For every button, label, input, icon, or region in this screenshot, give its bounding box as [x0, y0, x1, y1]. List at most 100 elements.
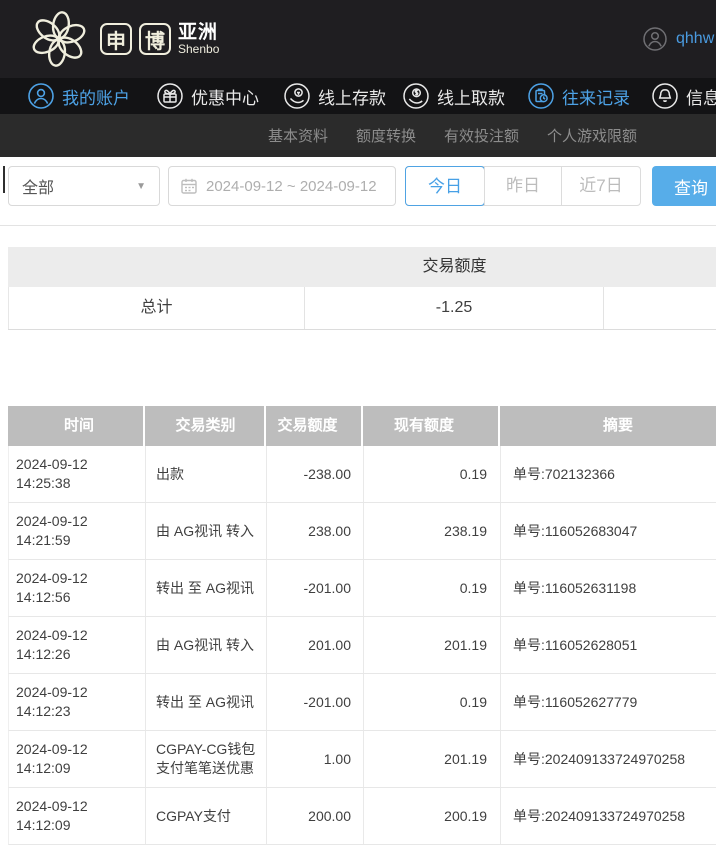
subnav-item-valid-bets[interactable]: 有效投注额	[444, 125, 519, 146]
cell-type: CGPAY支付	[146, 788, 267, 844]
cell-time: 2024-09-12 14:12:56	[9, 560, 146, 616]
transactions-page: { "header": { "logo": { "box1": "申", "bo…	[0, 0, 716, 704]
gift-icon	[157, 83, 183, 109]
left-edge-mark	[3, 166, 5, 193]
cell-amount: 200.00	[267, 788, 364, 844]
today-button[interactable]: 今日	[405, 166, 485, 206]
nav-label: 线上存款	[318, 84, 386, 109]
bell-icon	[652, 83, 678, 109]
deposit-icon	[284, 83, 310, 109]
cell-summary: 单号:202409133724970258	[501, 731, 716, 787]
user-account[interactable]: qhhw	[643, 27, 714, 51]
search-button[interactable]: 查询	[652, 166, 716, 206]
nav-label: 我的账户	[62, 84, 130, 109]
transactions-table-header: 时间 交易类别 交易额度 现有额度 摘要	[8, 406, 716, 446]
username-text: qhhw	[676, 30, 714, 48]
cell-balance: 201.19	[364, 731, 501, 787]
chevron-down-icon: ▼	[136, 181, 146, 192]
cell-time: 2024-09-12 14:12:23	[9, 674, 146, 730]
nav-item-my-account[interactable]: 我的账户	[28, 78, 130, 114]
logo-char-shen: 申	[100, 23, 132, 55]
cell-time: 2024-09-12 14:25:38	[9, 446, 146, 502]
nav-item-withdraw[interactable]: 线上取款	[403, 78, 505, 114]
section-divider	[0, 225, 716, 226]
column-header-time: 时间	[8, 406, 145, 446]
cell-summary: 单号:116052627779	[501, 674, 716, 730]
cell-type: 出款	[146, 446, 267, 502]
cell-balance: 0.19	[364, 560, 501, 616]
summary-total-row: 总计 -1.25	[8, 287, 716, 330]
nav-item-messages[interactable]: 信息	[652, 78, 716, 114]
table-row: 2024-09-12 14:21:59 由 AG视讯 转入 238.00 238…	[8, 503, 716, 560]
cell-amount: 238.00	[267, 503, 364, 559]
subnav-item-basic-info[interactable]: 基本资料	[268, 125, 328, 146]
nav-label: 往来记录	[562, 84, 630, 109]
nav-label: 信息	[686, 84, 716, 109]
cell-type: CGPAY-CG钱包支付笔笔送优惠	[146, 731, 267, 787]
cell-balance: 200.19	[364, 788, 501, 844]
cell-summary: 单号:116052628051	[501, 617, 716, 673]
nav-label: 线上取款	[437, 84, 505, 109]
summary-total-label: 总计	[8, 287, 305, 329]
nav-item-promotions[interactable]: 优惠中心	[157, 78, 259, 114]
cell-type: 转出 至 AG视讯	[146, 560, 267, 616]
avatar-icon	[643, 27, 667, 51]
table-row: 2024-09-12 14:12:56 转出 至 AG视讯 -201.00 0.…	[8, 560, 716, 617]
nav-item-deposit[interactable]: 线上存款	[284, 78, 386, 114]
nav-label: 优惠中心	[191, 84, 259, 109]
logo-region-text: 亚洲	[178, 23, 219, 43]
table-row: 2024-09-12 14:12:23 转出 至 AG视讯 -201.00 0.…	[8, 674, 716, 731]
cell-time: 2024-09-12 14:12:26	[9, 617, 146, 673]
cell-summary: 单号:202409133724970258	[501, 788, 716, 844]
summary-table-header: 交易额度	[8, 247, 716, 287]
cell-amount: -201.00	[267, 560, 364, 616]
quick-date-buttons: 今日 昨日 近7日	[405, 166, 641, 206]
flower-logo-icon	[28, 8, 90, 70]
table-row: 2024-09-12 14:12:09 CGPAY-CG钱包支付笔笔送优惠 1.…	[8, 731, 716, 788]
logo-characters: 申 博	[100, 23, 178, 55]
cell-type: 由 AG视讯 转入	[146, 617, 267, 673]
last7days-button[interactable]: 近7日	[562, 167, 640, 205]
nav-item-transaction-records[interactable]: 往来记录	[528, 78, 630, 114]
cell-balance: 201.19	[364, 617, 501, 673]
user-icon	[28, 83, 54, 109]
column-header-summary: 摘要	[500, 406, 716, 446]
summary-header-amount: 交易额度	[305, 247, 604, 287]
logo-subtitle: Shenbo	[178, 43, 219, 56]
top-header: 申 博 亚洲 Shenbo qhhw	[0, 0, 716, 78]
subnav-item-credit-transfer[interactable]: 额度转换	[356, 125, 416, 146]
subnav-item-game-limits[interactable]: 个人游戏限额	[547, 125, 637, 146]
summary-header-empty	[8, 247, 305, 287]
date-range-input[interactable]: 2024-09-12 ~ 2024-09-12	[168, 166, 396, 206]
category-select[interactable]: 全部 ▼	[8, 166, 160, 206]
cell-time: 2024-09-12 14:12:09	[9, 731, 146, 787]
cell-time: 2024-09-12 14:21:59	[9, 503, 146, 559]
main-navigation: 我的账户 优惠中心 线上存款	[0, 78, 716, 114]
cell-balance: 238.19	[364, 503, 501, 559]
cell-amount: 201.00	[267, 617, 364, 673]
summary-table: 交易额度 总计 -1.25	[8, 247, 716, 330]
withdraw-icon	[403, 83, 429, 109]
cell-type: 转出 至 AG视讯	[146, 674, 267, 730]
brand-logo[interactable]: 申 博 亚洲 Shenbo	[28, 8, 219, 70]
table-row: 2024-09-12 14:12:26 由 AG视讯 转入 201.00 201…	[8, 617, 716, 674]
table-row: 2024-09-12 14:25:38 出款 -238.00 0.19 单号:7…	[8, 446, 716, 503]
transactions-table: 时间 交易类别 交易额度 现有额度 摘要 2024-09-12 14:25:38…	[8, 406, 716, 845]
cell-balance: 0.19	[364, 674, 501, 730]
cell-balance: 0.19	[364, 446, 501, 502]
column-header-balance: 现有额度	[363, 406, 500, 446]
yesterday-button[interactable]: 昨日	[484, 167, 562, 205]
cell-time: 2024-09-12 14:12:09	[9, 788, 146, 844]
cell-type: 由 AG视讯 转入	[146, 503, 267, 559]
cell-summary: 单号:116052683047	[501, 503, 716, 559]
date-range-value: 2024-09-12 ~ 2024-09-12	[206, 178, 377, 195]
summary-total-empty	[604, 287, 716, 329]
calendar-icon	[180, 177, 198, 195]
cell-amount: -201.00	[267, 674, 364, 730]
summary-total-value: -1.25	[305, 287, 604, 329]
cell-summary: 单号:116052631198	[501, 560, 716, 616]
cell-amount: 1.00	[267, 731, 364, 787]
summary-header-empty	[604, 247, 716, 287]
cell-amount: -238.00	[267, 446, 364, 502]
logo-char-bo: 博	[139, 23, 171, 55]
